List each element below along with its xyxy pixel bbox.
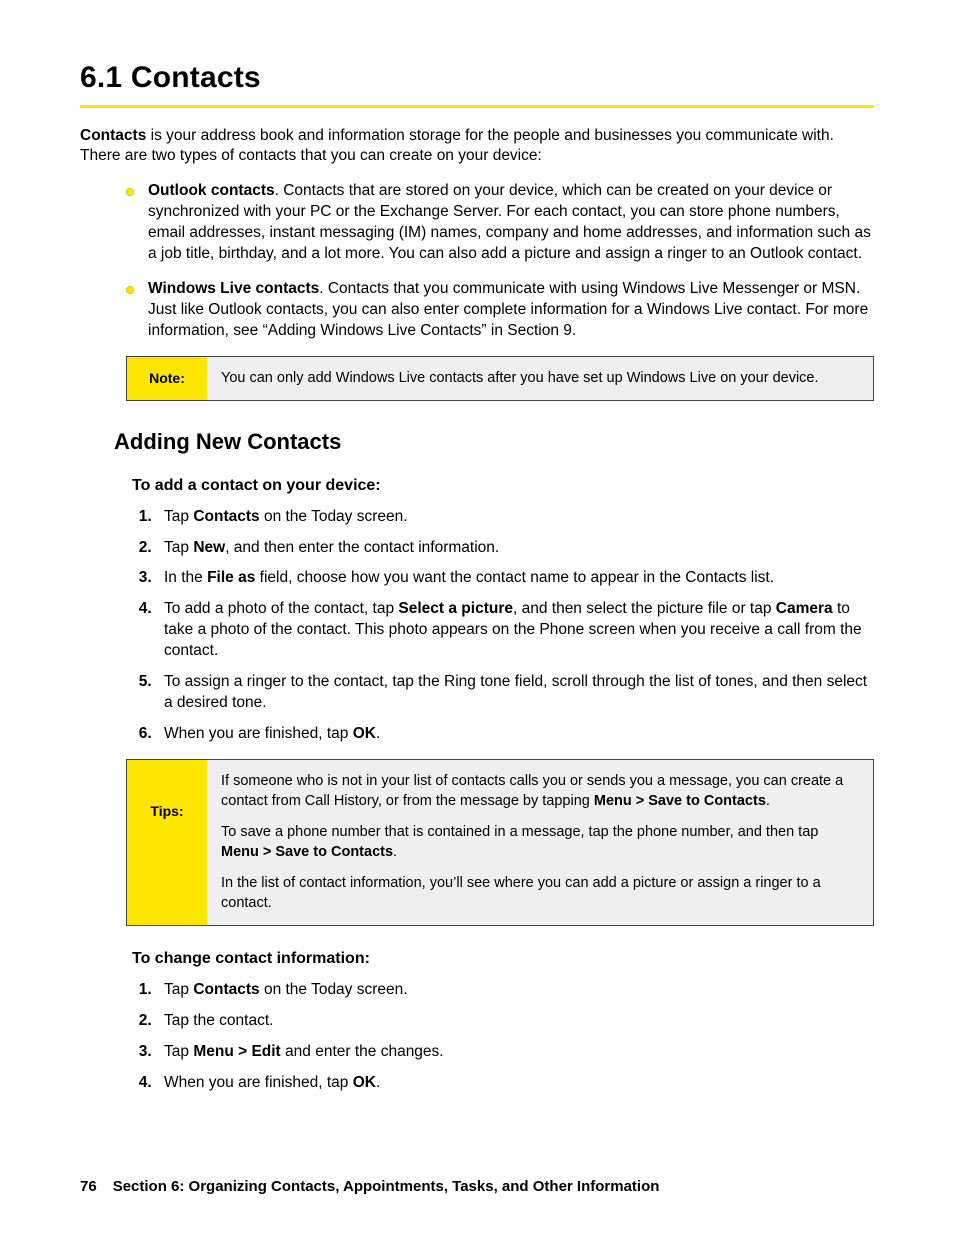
step-text: .	[376, 725, 380, 742]
step-bold: OK	[353, 725, 376, 742]
contact-types-list: Outlook contacts. Contacts that are stor…	[126, 181, 874, 341]
intro-paragraph: Contacts is your address book and inform…	[80, 126, 874, 168]
tip-paragraph: In the list of contact information, you’…	[221, 874, 859, 913]
step-text: When you are finished, tap	[164, 1074, 353, 1091]
step-text: Tap	[164, 539, 193, 556]
list-item: Outlook contacts. Contacts that are stor…	[126, 181, 874, 265]
note-callout: Note: You can only add Windows Live cont…	[126, 356, 874, 402]
tip-bold: Menu > Save to Contacts	[221, 844, 393, 860]
step-bold: Menu > Edit	[193, 1043, 280, 1060]
step-item: To add a photo of the contact, tap Selec…	[156, 599, 874, 662]
footer-section: Section 6: Organizing Contacts, Appointm…	[113, 1178, 660, 1195]
step-text: , and then select the picture file or ta…	[513, 600, 776, 617]
tips-callout: Tips: If someone who is not in your list…	[126, 759, 874, 926]
step-bold: OK	[353, 1074, 376, 1091]
step-item: When you are finished, tap OK.	[156, 1073, 874, 1094]
tip-text: To save a phone number that is contained…	[221, 824, 818, 840]
intro-lead-bold: Contacts	[80, 127, 146, 144]
step-item: In the File as field, choose how you wan…	[156, 568, 874, 589]
tip-text: In the list of contact information, you’…	[221, 875, 821, 911]
step-item: Tap the contact.	[156, 1011, 874, 1032]
step-text: Tap	[164, 508, 193, 525]
step-text: on the Today screen.	[260, 981, 408, 998]
step-item: Tap Menu > Edit and enter the changes.	[156, 1042, 874, 1063]
task-heading-change-contact: To change contact information:	[132, 948, 874, 970]
step-bold: Contacts	[193, 508, 259, 525]
step-text: .	[376, 1074, 380, 1091]
steps-add-contact: Tap Contacts on the Today screen. Tap Ne…	[156, 507, 874, 745]
bullet-bold: Outlook contacts	[148, 182, 275, 199]
note-body: You can only add Windows Live contacts a…	[207, 357, 873, 401]
step-bold: New	[193, 539, 225, 556]
step-text: , and then enter the contact information…	[225, 539, 499, 556]
intro-lead-rest: is your address book and information sto…	[80, 127, 834, 165]
task-heading-add-contact: To add a contact on your device:	[132, 475, 874, 497]
step-item: Tap Contacts on the Today screen.	[156, 980, 874, 1001]
step-text: and enter the changes.	[281, 1043, 444, 1060]
tip-paragraph: If someone who is not in your list of co…	[221, 772, 859, 811]
step-text: on the Today screen.	[260, 508, 408, 525]
note-label: Note:	[127, 357, 207, 401]
bullet-bold: Windows Live contacts	[148, 280, 319, 297]
page: 6.1 Contacts Contacts is your address bo…	[0, 0, 954, 1235]
step-text: Tap	[164, 981, 193, 998]
step-text: To add a photo of the contact, tap	[164, 600, 398, 617]
subheading-adding-contacts: Adding New Contacts	[114, 427, 874, 457]
tips-label: Tips:	[127, 760, 207, 925]
tip-bold: Menu > Save to Contacts	[594, 793, 766, 809]
step-text: Tap the contact.	[164, 1012, 273, 1029]
step-item: To assign a ringer to the contact, tap t…	[156, 672, 874, 714]
tip-text: .	[393, 844, 397, 860]
step-item: When you are finished, tap OK.	[156, 724, 874, 745]
heading-rule	[80, 105, 874, 108]
step-text: When you are finished, tap	[164, 725, 353, 742]
page-number: 76	[80, 1178, 97, 1195]
step-bold: Contacts	[193, 981, 259, 998]
step-item: Tap Contacts on the Today screen.	[156, 507, 874, 528]
step-bold: File as	[207, 569, 255, 586]
tip-paragraph: To save a phone number that is contained…	[221, 823, 859, 862]
step-item: Tap New, and then enter the contact info…	[156, 538, 874, 559]
section-heading: 6.1 Contacts	[80, 58, 874, 99]
list-item: Windows Live contacts. Contacts that you…	[126, 279, 874, 342]
tips-body: If someone who is not in your list of co…	[207, 760, 873, 925]
step-bold: Select a picture	[398, 600, 513, 617]
step-text: To assign a ringer to the contact, tap t…	[164, 673, 867, 711]
steps-change-contact: Tap Contacts on the Today screen. Tap th…	[156, 980, 874, 1094]
page-footer: 76 Section 6: Organizing Contacts, Appoin…	[80, 1177, 659, 1197]
step-bold: Camera	[776, 600, 833, 617]
step-text: Tap	[164, 1043, 193, 1060]
step-text: In the	[164, 569, 207, 586]
tip-text: .	[766, 793, 770, 809]
step-text: field, choose how you want the contact n…	[255, 569, 774, 586]
note-text: You can only add Windows Live contacts a…	[221, 369, 859, 389]
